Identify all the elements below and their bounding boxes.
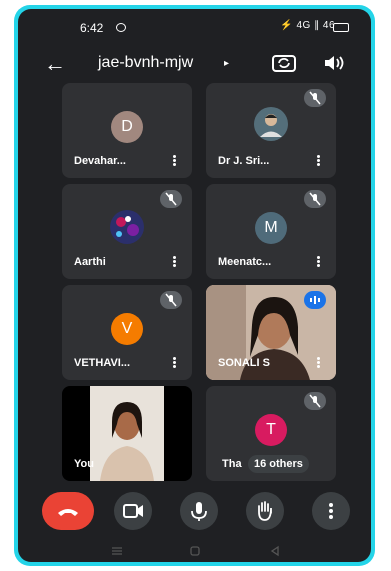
video-camera-icon bbox=[123, 504, 143, 518]
participant-name: SONALI S bbox=[218, 357, 270, 369]
self-video bbox=[90, 386, 164, 481]
participant-name: Dr J. Sri... bbox=[218, 155, 270, 167]
battery-icon bbox=[333, 23, 349, 32]
participant-avatar bbox=[110, 210, 144, 244]
meeting-info-caret-icon[interactable]: ▸ bbox=[224, 58, 229, 69]
participant-tile[interactable]: M Meenatc... bbox=[206, 184, 336, 279]
participant-name: You bbox=[74, 458, 94, 470]
meet-screen: 6:42 ⚡ 4G ∥ 46 ← jae-bvnh-mjw ▸ D Devaha… bbox=[18, 9, 371, 562]
more-options-button[interactable] bbox=[312, 492, 350, 530]
participant-name: VETHAVI... bbox=[74, 357, 131, 369]
mic-off-icon bbox=[160, 190, 182, 208]
microphone-icon bbox=[191, 502, 207, 521]
raise-hand-button[interactable] bbox=[246, 492, 284, 530]
end-call-icon bbox=[58, 509, 78, 516]
phone-frame: 6:42 ⚡ 4G ∥ 46 ← jae-bvnh-mjw ▸ D Devaha… bbox=[14, 5, 375, 566]
mic-toggle-button[interactable] bbox=[180, 492, 218, 530]
participant-name: Devahar... bbox=[74, 155, 126, 167]
more-options-icon[interactable] bbox=[172, 154, 176, 168]
back-nav-icon[interactable] bbox=[268, 545, 282, 557]
meeting-top-bar: ← jae-bvnh-mjw ▸ bbox=[18, 45, 371, 85]
participant-avatar: T bbox=[255, 414, 287, 446]
speaking-indicator-icon bbox=[304, 291, 326, 309]
participant-avatar: M bbox=[255, 212, 287, 244]
status-time: 6:42 bbox=[80, 21, 104, 35]
participant-tile[interactable]: V VETHAVI... bbox=[62, 285, 192, 380]
notification-icon bbox=[116, 23, 126, 32]
participant-tile[interactable]: D Devahar... bbox=[62, 83, 192, 178]
others-count-badge[interactable]: 16 others bbox=[248, 455, 309, 473]
switch-camera-icon[interactable] bbox=[270, 51, 298, 75]
mic-off-icon bbox=[304, 89, 326, 107]
status-icons: ⚡ 4G ∥ 46 bbox=[280, 20, 335, 31]
more-options-icon[interactable] bbox=[172, 356, 176, 370]
status-bar: 6:42 ⚡ 4G ∥ 46 bbox=[18, 9, 371, 45]
meeting-code[interactable]: jae-bvnh-mjw bbox=[98, 54, 193, 72]
end-call-button[interactable] bbox=[42, 492, 94, 530]
participant-avatar: D bbox=[111, 111, 143, 143]
camera-toggle-button[interactable] bbox=[114, 492, 152, 530]
speaker-icon[interactable] bbox=[321, 51, 347, 75]
more-options-icon[interactable] bbox=[172, 255, 176, 269]
participant-avatar bbox=[254, 107, 288, 141]
participant-name: Tha bbox=[222, 458, 242, 470]
mic-off-icon bbox=[304, 392, 326, 410]
participant-name: Meenatc... bbox=[218, 256, 272, 268]
participant-name: Aarthi bbox=[74, 256, 106, 268]
android-nav-bar bbox=[18, 541, 371, 562]
back-arrow-icon[interactable]: ← bbox=[44, 51, 66, 77]
home-icon[interactable] bbox=[188, 545, 202, 557]
more-options-icon[interactable] bbox=[316, 356, 320, 370]
participant-video-tile[interactable]: SONALI S bbox=[206, 285, 336, 380]
self-video-tile[interactable]: You bbox=[62, 386, 192, 481]
more-options-icon[interactable] bbox=[316, 255, 320, 269]
more-options-icon[interactable] bbox=[316, 154, 320, 168]
more-vert-icon bbox=[329, 503, 333, 519]
participant-tile[interactable]: Aarthi bbox=[62, 184, 192, 279]
recents-icon[interactable] bbox=[110, 545, 124, 557]
participant-tile[interactable]: Dr J. Sri... bbox=[206, 83, 336, 178]
mic-off-icon bbox=[304, 190, 326, 208]
mic-off-icon bbox=[160, 291, 182, 309]
participant-tile[interactable]: T Tha 16 others bbox=[206, 386, 336, 481]
participant-avatar: V bbox=[111, 313, 143, 345]
call-controls bbox=[18, 487, 371, 535]
hand-icon bbox=[258, 501, 272, 521]
